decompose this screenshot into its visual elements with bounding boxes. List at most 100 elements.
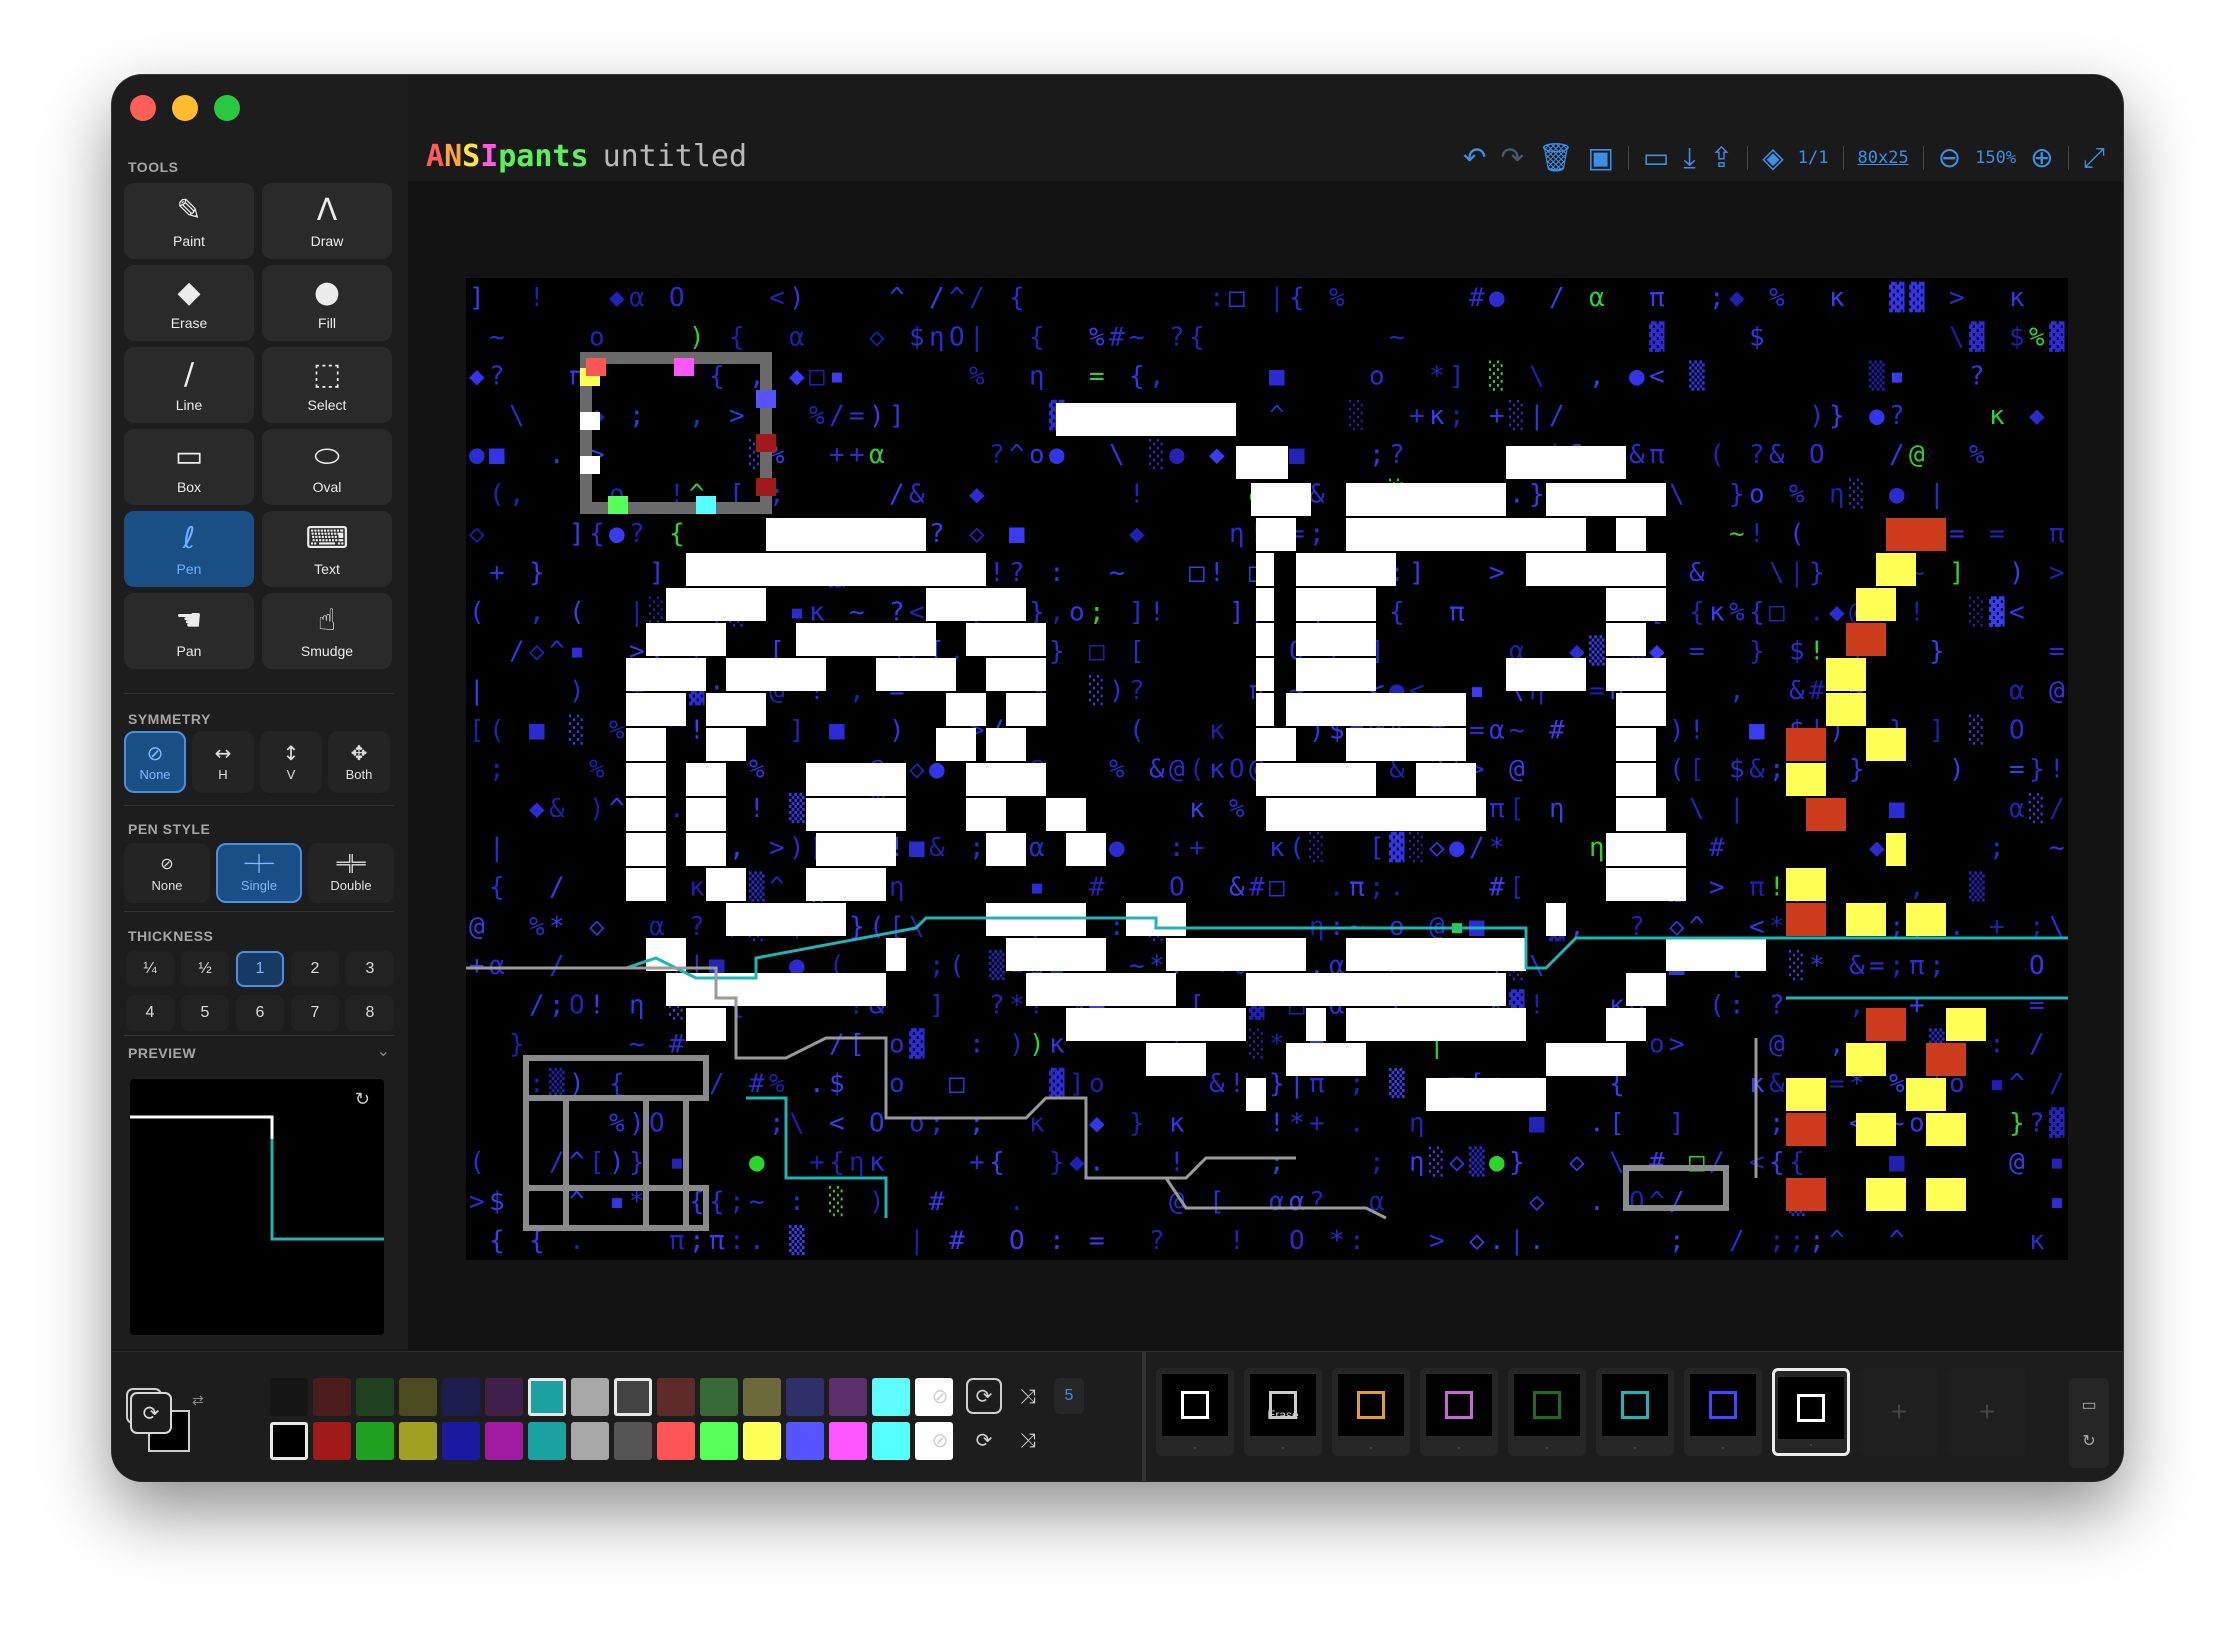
reset-icon[interactable]: ↻ [2082,1431,2095,1451]
symmetry-h-button[interactable]: ↔ H [192,731,254,793]
thickness-option[interactable]: ½ [181,951,229,987]
color-swatch[interactable] [571,1378,609,1416]
brush-preset[interactable]: · [1420,1368,1498,1456]
pen-style-double-button[interactable]: ═╬═ Double [308,843,394,903]
color-swatch[interactable] [786,1422,824,1460]
brush-preset[interactable]: Erase · [1244,1368,1322,1456]
pen-style-none-button[interactable]: ⊘ None [124,843,210,903]
color-swatch[interactable] [614,1378,652,1416]
brush-preset[interactable]: · [1772,1368,1850,1456]
color-swatch[interactable] [700,1378,738,1416]
no-color-icon[interactable]: ⊘ [922,1422,958,1458]
brush-preset[interactable]: · [1596,1368,1674,1456]
tool-paint-button[interactable]: ✎ Paint [124,183,254,259]
tool-oval-button[interactable]: ⬭ Oval [262,429,392,505]
color-swatch[interactable] [614,1422,652,1460]
brush-preset[interactable]: · [1332,1368,1410,1456]
maximize-window-button[interactable] [214,95,240,121]
symmetry-both-button[interactable]: ✥ Both [328,731,390,793]
color-swatch[interactable] [485,1378,523,1416]
zoom-level[interactable]: 150% [1975,148,2016,168]
layers-icon[interactable]: ◈ [1762,143,1784,173]
add-preset-button[interactable]: + [1860,1368,1938,1456]
chevron-down-icon[interactable]: ⌄ [377,1041,390,1061]
color-swatch[interactable] [528,1422,566,1460]
color-swatch[interactable] [356,1422,394,1460]
thickness-option[interactable]: 8 [346,995,394,1031]
color-swatch[interactable] [442,1378,480,1416]
symmetry-none-button[interactable]: ⊘ None [124,731,186,793]
thickness-option[interactable]: 2 [291,951,339,987]
tool-pen-button[interactable]: ℓ Pen [124,511,254,587]
color-swatch[interactable] [399,1378,437,1416]
color-swatch[interactable] [571,1422,609,1460]
thickness-option[interactable]: 7 [291,995,339,1031]
brush-preset[interactable]: · [1156,1368,1234,1456]
cycle-color-icon[interactable]: ⟳ [966,1378,1002,1414]
thickness-option[interactable]: ¼ [126,951,174,987]
download-icon[interactable]: ⤓ [1683,143,1695,173]
share-icon[interactable]: ⇪ [1710,143,1733,173]
no-color-icon[interactable]: ⊘ [922,1378,958,1414]
trash-icon[interactable]: 🗑 [1538,143,1574,173]
color-swatch[interactable] [528,1378,566,1416]
color-swatch[interactable] [829,1378,867,1416]
thickness-option[interactable]: 4 [126,995,174,1031]
brush-preset[interactable]: · [1684,1368,1762,1456]
folder-icon[interactable]: ▭ [1643,143,1669,173]
thickness-option[interactable]: 1 [236,951,284,987]
redo-icon[interactable]: ↷ [1500,143,1523,173]
color-swatch[interactable] [485,1422,523,1460]
cycle-icon[interactable]: ⟳ [130,1392,172,1434]
tool-select-button[interactable]: ⬚ Select [262,347,392,423]
random-count-stepper[interactable]: 5 [1054,1378,1084,1414]
symmetry-v-button[interactable]: ↕ V [260,731,322,793]
canvas-size-button[interactable]: 80x25 [1858,148,1909,168]
reset-icon[interactable]: ↻ [355,1089,370,1110]
color-swatch[interactable] [872,1422,910,1460]
thickness-option[interactable]: 3 [346,951,394,987]
shuffle-icon[interactable]: ⤨ [1010,1422,1046,1458]
pen-style-single-button[interactable]: ─┼─ Single [216,843,302,903]
color-swatch[interactable] [829,1422,867,1460]
color-swatch[interactable] [657,1422,695,1460]
expand-icon[interactable]: ⤢ [2083,143,2105,173]
tool-smudge-button[interactable]: ☝ Smudge [262,593,392,669]
color-swatch[interactable] [399,1422,437,1460]
layers-count[interactable]: 1/1 [1798,148,1829,168]
color-swatch[interactable] [786,1378,824,1416]
minimize-window-button[interactable] [172,95,198,121]
tool-text-button[interactable]: ⌨ Text [262,511,392,587]
document-name[interactable]: untitled [603,139,748,174]
image-settings-icon[interactable]: ▣ [1587,143,1613,173]
tool-pan-button[interactable]: ☚ Pan [124,593,254,669]
color-swatch[interactable] [313,1378,351,1416]
shuffle-icon[interactable]: ⤨ [1010,1378,1046,1414]
thickness-option[interactable]: 6 [236,995,284,1031]
undo-icon[interactable]: ↶ [1463,143,1486,173]
folder-icon[interactable]: ▭ [2081,1395,2096,1415]
color-swatch[interactable] [743,1422,781,1460]
color-swatch[interactable] [442,1422,480,1460]
zoom-in-icon[interactable]: ⊕ [2030,143,2053,173]
close-window-button[interactable] [130,95,156,121]
tool-draw-button[interactable]: Ʌ Draw [262,183,392,259]
color-swatch[interactable] [270,1422,308,1460]
tool-fill-button[interactable]: ● Fill [262,265,392,341]
cycle-color-icon[interactable]: ⟳ [966,1422,1002,1458]
tool-erase-button[interactable]: ◆ Erase [124,265,254,341]
color-swatch[interactable] [270,1378,308,1416]
color-swatch[interactable] [872,1378,910,1416]
color-swatch[interactable] [313,1422,351,1460]
tool-line-button[interactable]: ∕ Line [124,347,254,423]
add-preset-button[interactable]: + [1948,1368,2026,1456]
brush-preset[interactable]: · [1508,1368,1586,1456]
zoom-out-icon[interactable]: ⊖ [1938,143,1961,173]
ansi-canvas[interactable]: ]! ◆ α O <) ^ / ^ /{: □ |{% # ● / α π; ◆% κ ▓ ▓ > κ ~ o){α ◇ $ η O |… [466,278,2068,1260]
color-swatch[interactable] [743,1378,781,1416]
color-swatch[interactable] [356,1378,394,1416]
swap-icon[interactable]: ⇄ [192,1392,204,1409]
color-swatch[interactable] [657,1378,695,1416]
thickness-option[interactable]: 5 [181,995,229,1031]
color-swatch[interactable] [700,1422,738,1460]
